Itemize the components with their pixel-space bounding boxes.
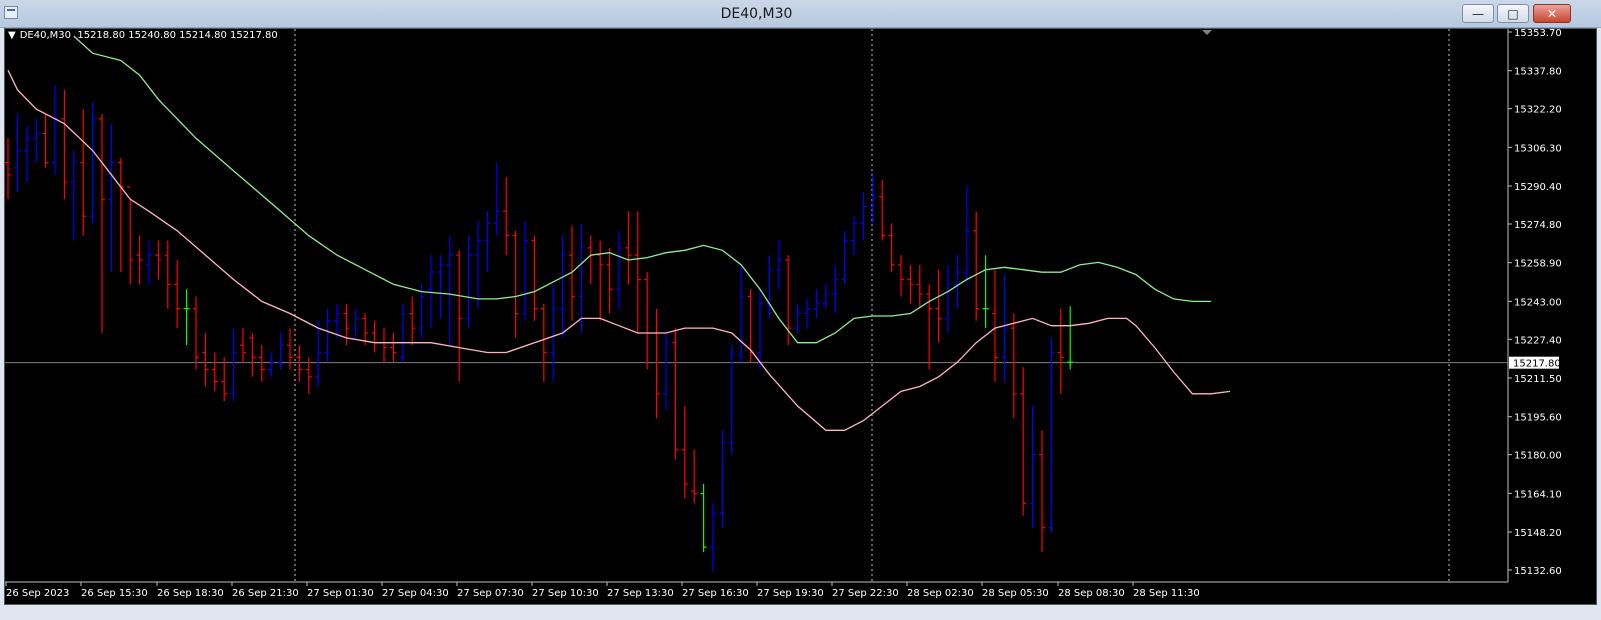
collapse-triangle-icon[interactable]: ▼ [8, 30, 16, 41]
price-tick-label: 15227.40 [1514, 335, 1562, 346]
price-tick-label: 15306.30 [1514, 143, 1562, 154]
time-tick-label: 27 Sep 01:30 [307, 588, 374, 599]
time-tick-label: 26 Sep 18:30 [157, 588, 224, 599]
price-tick-label: 15322.20 [1514, 105, 1562, 116]
moving-average-slow [73, 35, 1212, 344]
price-tick-label: 15274.80 [1514, 220, 1562, 231]
time-tick-label: 26 Sep 21:30 [232, 588, 299, 599]
time-tick-label: 27 Sep 04:30 [382, 588, 449, 599]
time-tick-label: 28 Sep 02:30 [907, 588, 974, 599]
current-price-label: 15217.80 [1513, 359, 1561, 370]
time-tick-label: 28 Sep 11:30 [1133, 588, 1200, 599]
chart-shift-marker-icon [1202, 30, 1212, 35]
price-tick-label: 15195.60 [1514, 413, 1562, 424]
price-tick-label: 15180.00 [1514, 451, 1562, 462]
time-tick-label: 28 Sep 08:30 [1058, 588, 1125, 599]
symbol-label: DE40,M30 [19, 30, 71, 41]
time-tick-label: 26 Sep 2023 [6, 588, 69, 599]
ohlc-values: 15218.80 15240.80 15214.80 15217.80 [77, 30, 278, 41]
ohlc-info: ▼ DE40,M30 15218.80 15240.80 15214.80 152… [8, 30, 278, 41]
price-chart[interactable]: 15353.70 15337.80 15322.20 15306.30 15290.40… [0, 0, 1601, 620]
time-tick-label: 27 Sep 22:30 [832, 588, 899, 599]
time-tick-label: 28 Sep 05:30 [982, 588, 1049, 599]
time-tick-label: 27 Sep 07:30 [457, 588, 524, 599]
time-tick-label: 27 Sep 16:30 [682, 588, 749, 599]
price-tick-label: 15132.60 [1514, 566, 1562, 577]
price-tick-label: 15243.00 [1514, 297, 1562, 308]
price-tick-label: 15164.10 [1514, 489, 1562, 500]
price-tick-label: 15337.80 [1514, 67, 1562, 78]
time-tick-label: 27 Sep 19:30 [757, 588, 824, 599]
time-tick-label: 27 Sep 10:30 [532, 588, 599, 599]
price-tick-label: 15211.50 [1514, 374, 1562, 385]
price-tick-label: 15148.20 [1514, 528, 1562, 539]
time-tick-label: 27 Sep 13:30 [607, 588, 674, 599]
price-tick-label: 15353.70 [1514, 28, 1562, 39]
price-tick-label: 15290.40 [1514, 182, 1562, 193]
time-tick-label: 26 Sep 15:30 [81, 588, 148, 599]
price-tick-label: 15258.90 [1514, 259, 1562, 270]
